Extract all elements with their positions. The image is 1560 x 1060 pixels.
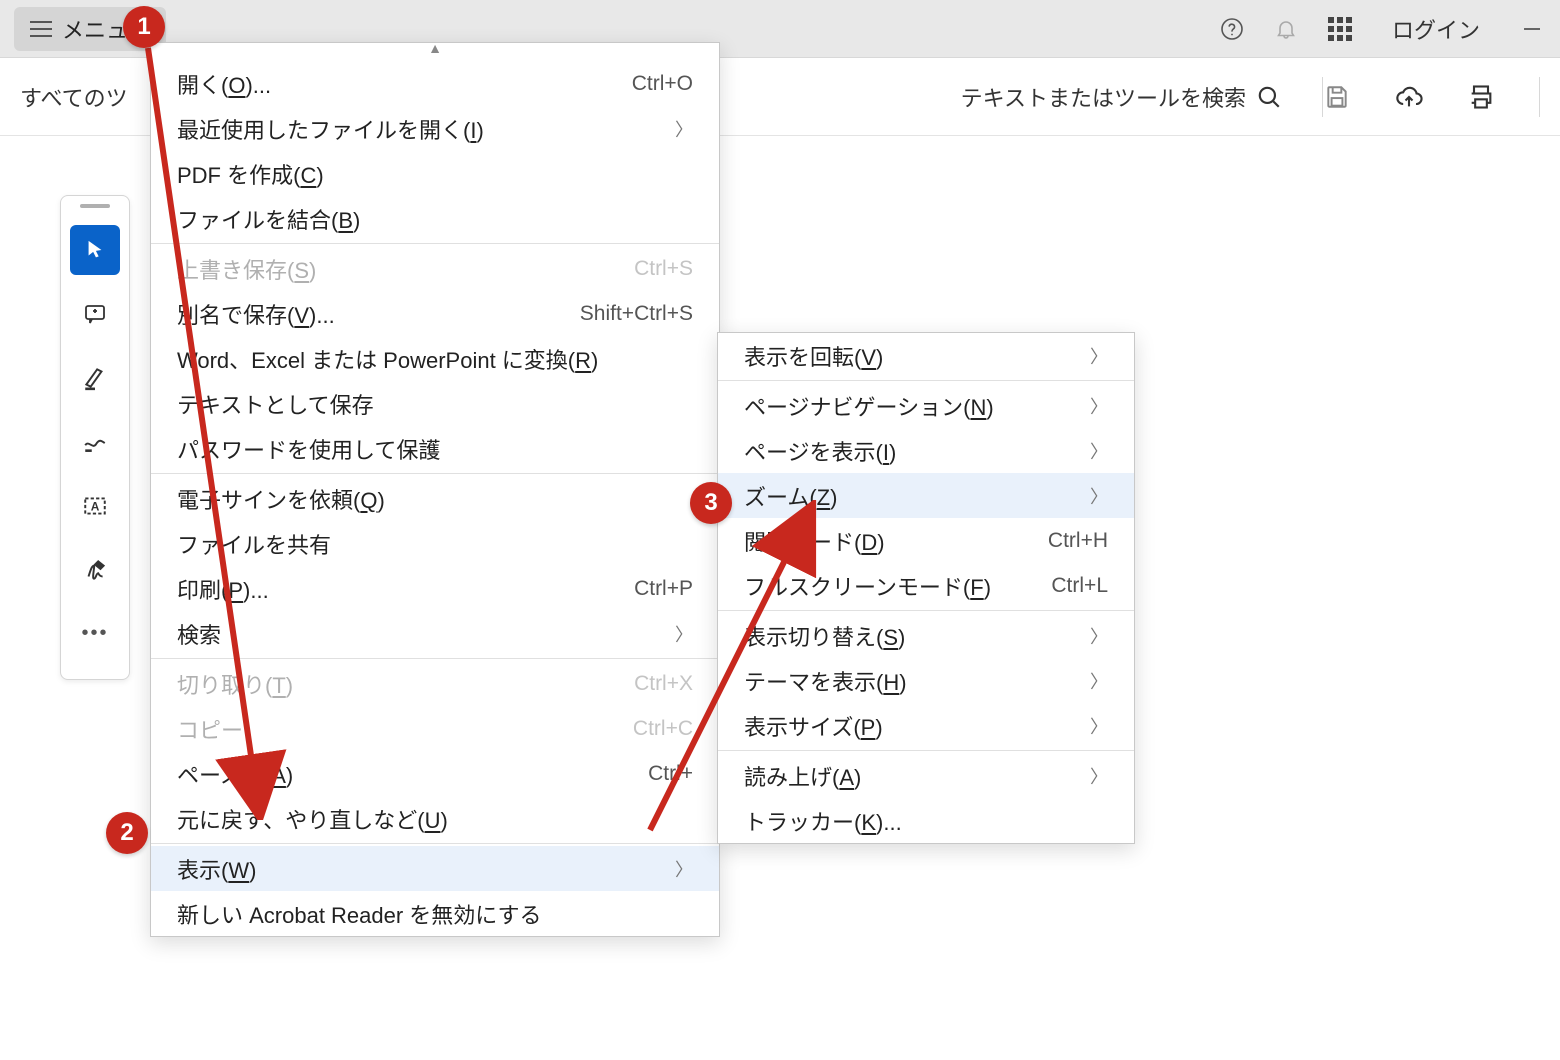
chevron-right-icon: 〉 bbox=[1090, 713, 1108, 739]
chevron-right-icon: 〉 bbox=[1090, 343, 1108, 369]
submenu-tracker[interactable]: トラッカー(K)... bbox=[718, 798, 1134, 843]
submenu-read-aloud[interactable]: 読み上げ(A) 〉 bbox=[718, 753, 1134, 798]
menu-print[interactable]: 印刷(P)... Ctrl+P bbox=[151, 566, 719, 611]
chevron-right-icon: 〉 bbox=[1090, 393, 1108, 419]
annotation-badge-3: 3 bbox=[690, 482, 732, 524]
titlebar-actions: ログイン bbox=[1218, 13, 1546, 45]
submenu-page-display[interactable]: ページを表示(I) 〉 bbox=[718, 428, 1134, 473]
submenu-theme[interactable]: テーマを表示(H) 〉 bbox=[718, 658, 1134, 703]
menu-open[interactable]: 開く(O)... Ctrl+O bbox=[151, 61, 719, 106]
menu-view[interactable]: 表示(W) 〉 bbox=[151, 846, 719, 891]
menu-save: 上書き保存(S) Ctrl+S bbox=[151, 246, 719, 291]
text-box-tool-icon[interactable]: A bbox=[70, 481, 120, 531]
draw-tool-icon[interactable] bbox=[70, 417, 120, 467]
highlight-tool-icon[interactable] bbox=[70, 353, 120, 403]
chevron-right-icon: 〉 bbox=[675, 856, 693, 882]
scroll-up-arrow-icon[interactable]: ▲ bbox=[151, 43, 719, 61]
chevron-right-icon: 〉 bbox=[1090, 668, 1108, 694]
menu-recent[interactable]: 最近使用したファイルを開く(I) 〉 bbox=[151, 106, 719, 151]
apps-icon[interactable] bbox=[1326, 15, 1354, 43]
chevron-right-icon: 〉 bbox=[1090, 483, 1108, 509]
sign-tool-icon[interactable] bbox=[70, 545, 120, 595]
annotation-badge-1: 1 bbox=[123, 6, 165, 48]
submenu-size[interactable]: 表示サイズ(P) 〉 bbox=[718, 703, 1134, 748]
save-icon[interactable] bbox=[1323, 83, 1351, 111]
submenu-toggle[interactable]: 表示切り替え(S) 〉 bbox=[718, 613, 1134, 658]
annotation-badge-2: 2 bbox=[106, 812, 148, 854]
chevron-right-icon: 〉 bbox=[1090, 438, 1108, 464]
menu-find[interactable]: 検索 〉 bbox=[151, 611, 719, 656]
menu-create-pdf[interactable]: PDF を作成(C) bbox=[151, 151, 719, 196]
menu-save-text[interactable]: テキストとして保存 bbox=[151, 381, 719, 426]
window-control-icon[interactable] bbox=[1518, 15, 1546, 43]
menu-combine[interactable]: ファイルを結合(B) bbox=[151, 196, 719, 241]
search-group[interactable]: テキストまたはツールを検索 bbox=[961, 81, 1282, 113]
help-icon[interactable] bbox=[1218, 15, 1246, 43]
menu-protect[interactable]: パスワードを使用して保護 bbox=[151, 426, 719, 471]
hamburger-icon bbox=[30, 21, 52, 37]
submenu-read-mode[interactable]: 閲覧モード(D) Ctrl+H bbox=[718, 518, 1134, 563]
submenu-zoom[interactable]: ズーム(Z) 〉 bbox=[718, 473, 1134, 518]
chevron-right-icon: 〉 bbox=[675, 621, 693, 647]
menu-save-as[interactable]: 別名で保存(V)... Shift+Ctrl+S bbox=[151, 291, 719, 336]
menu-convert[interactable]: Word、Excel または PowerPoint に変換(R) bbox=[151, 336, 719, 381]
submenu-pagenav[interactable]: ページナビゲーション(N) 〉 bbox=[718, 383, 1134, 428]
svg-text:A: A bbox=[91, 499, 100, 513]
bell-icon[interactable] bbox=[1272, 15, 1300, 43]
toolbar-drag-handle[interactable] bbox=[80, 204, 110, 208]
search-icon bbox=[1256, 84, 1282, 110]
chevron-right-icon: 〉 bbox=[675, 116, 693, 142]
menu-esign[interactable]: 電子サインを依頼(Q) bbox=[151, 476, 719, 521]
submenu-fullscreen[interactable]: フルスクリーンモード(F) Ctrl+L bbox=[718, 563, 1134, 608]
view-submenu: 表示を回転(V) 〉 ページナビゲーション(N) 〉 ページを表示(I) 〉 ズ… bbox=[717, 332, 1135, 844]
submenu-rotate[interactable]: 表示を回転(V) 〉 bbox=[718, 333, 1134, 378]
left-toolbar: A ••• bbox=[60, 195, 130, 680]
main-menu: ▲ 開く(O)... Ctrl+O 最近使用したファイルを開く(I) 〉 PDF… bbox=[150, 42, 720, 937]
menu-copy: コピー Ctrl+C bbox=[151, 706, 719, 751]
comment-tool-icon[interactable] bbox=[70, 289, 120, 339]
all-tools-label[interactable]: すべてのツ bbox=[20, 81, 128, 113]
chevron-right-icon: 〉 bbox=[1090, 763, 1108, 789]
menu-paste[interactable]: ペースト(A) Ctrl+ bbox=[151, 751, 719, 796]
menu-share[interactable]: ファイルを共有 bbox=[151, 521, 719, 566]
search-placeholder: テキストまたはツールを検索 bbox=[961, 81, 1246, 113]
more-tools-icon[interactable]: ••• bbox=[70, 608, 120, 658]
login-button[interactable]: ログイン bbox=[1392, 13, 1480, 45]
select-tool-icon[interactable] bbox=[70, 225, 120, 275]
print-icon[interactable] bbox=[1467, 83, 1495, 111]
cloud-upload-icon[interactable] bbox=[1395, 83, 1423, 111]
menu-undo[interactable]: 元に戻す、やり直しなど(U) bbox=[151, 796, 719, 841]
menu-cut: 切り取り(T) Ctrl+X bbox=[151, 661, 719, 706]
chevron-right-icon: 〉 bbox=[1090, 623, 1108, 649]
menu-disable-new[interactable]: 新しい Acrobat Reader を無効にする bbox=[151, 891, 719, 936]
